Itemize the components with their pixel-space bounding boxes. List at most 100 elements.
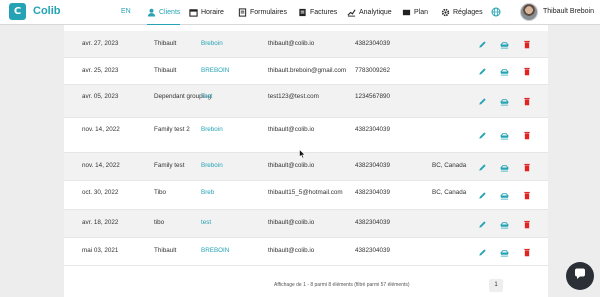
nav-plan[interactable]: Plan bbox=[402, 0, 428, 25]
edit-icon[interactable] bbox=[478, 97, 487, 106]
row-date: avr. 27, 2023 bbox=[82, 40, 119, 47]
nav-formulaires-label: Formulaires bbox=[250, 9, 287, 16]
nav-analytique[interactable]: Analytique bbox=[347, 0, 392, 25]
row-phone: 1234567890 bbox=[355, 93, 391, 100]
nav-formulaires[interactable]: Formulaires bbox=[238, 0, 287, 25]
invoice-icon bbox=[298, 8, 307, 17]
row-email: thibault@colib.io bbox=[268, 219, 315, 226]
transport-icon[interactable] bbox=[500, 97, 509, 106]
pagination-summary: Affichage de 1 - 8 parmi 8 éléments (fil… bbox=[274, 282, 410, 288]
chat-icon bbox=[573, 267, 587, 286]
row-last-name[interactable]: Breb bbox=[201, 189, 214, 197]
row-last-name[interactable]: Breboin bbox=[201, 162, 223, 170]
nav-factures[interactable]: Factures bbox=[298, 0, 337, 25]
row-email: thibault@colib.io bbox=[268, 126, 315, 133]
edit-icon[interactable] bbox=[478, 220, 487, 229]
delete-icon[interactable] bbox=[522, 40, 531, 49]
nav-clients-label: Clients bbox=[159, 9, 181, 16]
nav-plan-label: Plan bbox=[414, 9, 429, 16]
table-row[interactable]: nov. 14, 2022 Family test 2 Breboin thibaul… bbox=[64, 118, 548, 153]
globe-icon[interactable] bbox=[491, 7, 501, 17]
table-row[interactable]: nov. 14, 2022 Family test Breboin thibault@… bbox=[64, 153, 548, 181]
edit-icon[interactable] bbox=[478, 40, 487, 49]
delete-icon[interactable] bbox=[522, 163, 531, 172]
transport-icon[interactable] bbox=[500, 220, 509, 229]
transport-icon[interactable] bbox=[500, 67, 509, 76]
edit-icon[interactable] bbox=[478, 248, 487, 257]
row-email: thibault.breboin@gmail.com bbox=[268, 67, 347, 74]
avatar[interactable] bbox=[520, 3, 538, 21]
row-date: avr. 18, 2022 bbox=[82, 219, 119, 226]
row-phone: 4382304039 bbox=[355, 162, 391, 169]
table-footer: Affichage de 1 - 8 parmi 8 éléments (fil… bbox=[64, 275, 548, 297]
edit-icon[interactable] bbox=[478, 67, 487, 76]
nav-analytique-label: Analytique bbox=[359, 9, 392, 16]
transport-icon[interactable] bbox=[500, 191, 509, 200]
edit-icon[interactable] bbox=[478, 131, 487, 140]
row-phone: 4382304039 bbox=[355, 247, 391, 254]
row-phone: 7783009262 bbox=[355, 67, 391, 74]
gear-icon bbox=[441, 8, 450, 17]
delete-icon[interactable] bbox=[522, 67, 531, 76]
app-name[interactable]: Colib bbox=[33, 5, 61, 17]
row-region: BC, Canada bbox=[432, 189, 467, 196]
row-last-name[interactable]: Breboin bbox=[201, 126, 223, 134]
users-icon bbox=[147, 8, 156, 17]
delete-icon[interactable] bbox=[522, 191, 531, 200]
logo-letter: C bbox=[13, 6, 22, 17]
delete-icon[interactable] bbox=[522, 220, 531, 229]
table-row[interactable]: avr. 18, 2022 tibo test thibault@colib.io 43… bbox=[64, 210, 548, 238]
row-phone: 4382304039 bbox=[355, 189, 391, 196]
row-phone: 4382304039 bbox=[355, 126, 391, 133]
row-last-name[interactable]: BREBOIN bbox=[201, 67, 229, 75]
transport-icon[interactable] bbox=[500, 163, 509, 172]
edit-icon[interactable] bbox=[478, 191, 487, 200]
nav-reglages-label: Réglages bbox=[453, 9, 483, 16]
row-date: avr. 25, 2023 bbox=[82, 67, 119, 74]
row-email: thibault15_5@hotmail.com bbox=[268, 189, 343, 196]
chat-button[interactable] bbox=[566, 262, 594, 290]
language-toggle[interactable]: EN bbox=[121, 8, 131, 15]
top-nav: C Colib EN Clients Horaire Formulaires F… bbox=[0, 0, 600, 26]
row-last-name[interactable]: test bbox=[201, 219, 211, 227]
row-last-name[interactable]: Test bbox=[201, 93, 213, 101]
nav-clients[interactable]: Clients bbox=[147, 0, 181, 26]
table-row[interactable]: mai 03, 2021 Thibault BREBOIN thibault@coli… bbox=[64, 238, 548, 266]
map-icon bbox=[402, 8, 411, 17]
edit-icon[interactable] bbox=[478, 163, 487, 172]
delete-icon[interactable] bbox=[522, 248, 531, 257]
row-email: thibault@colib.io bbox=[268, 40, 315, 47]
delete-icon[interactable] bbox=[522, 97, 531, 106]
row-date: avr. 05, 2023 bbox=[82, 93, 119, 100]
mouse-cursor-icon bbox=[299, 146, 306, 164]
table-row[interactable]: avr. 05, 2023 Dependant grouping Test test1… bbox=[64, 85, 548, 118]
row-date: mai 03, 2021 bbox=[82, 247, 119, 254]
transport-icon[interactable] bbox=[500, 131, 509, 140]
delete-icon[interactable] bbox=[522, 131, 531, 140]
row-email: test123@test.com bbox=[268, 93, 319, 100]
row-date: oct. 30, 2022 bbox=[82, 189, 119, 196]
row-phone: 4382304039 bbox=[355, 40, 391, 47]
nav-factures-label: Factures bbox=[310, 9, 338, 16]
row-date: nov. 14, 2022 bbox=[82, 162, 120, 169]
table-row[interactable]: oct. 30, 2022 Tibo Breb thibault15_5@hotmai… bbox=[64, 181, 548, 210]
nav-horaire[interactable]: Horaire bbox=[189, 0, 224, 25]
row-last-name[interactable]: BREBOIN bbox=[201, 247, 229, 255]
page-button[interactable]: 1 bbox=[489, 279, 503, 292]
chart-icon bbox=[347, 8, 356, 17]
forms-icon bbox=[238, 8, 247, 17]
user-name[interactable]: Thibault Breboin bbox=[543, 8, 594, 15]
nav-reglages[interactable]: Réglages bbox=[441, 0, 483, 25]
calendar-icon bbox=[189, 8, 198, 17]
app-logo[interactable]: C bbox=[9, 3, 26, 20]
row-phone: 4382304039 bbox=[355, 219, 391, 226]
table-row[interactable]: avr. 25, 2023 Thibault BREBOIN thibault.bre… bbox=[64, 58, 548, 85]
nav-horaire-label: Horaire bbox=[201, 9, 224, 16]
row-date: nov. 14, 2022 bbox=[82, 126, 120, 133]
table-row[interactable]: avr. 27, 2023 Thibault Breboin thibault@col… bbox=[64, 31, 548, 58]
row-last-name[interactable]: Breboin bbox=[201, 40, 223, 48]
row-email: thibault@colib.io bbox=[268, 162, 315, 169]
transport-icon[interactable] bbox=[500, 248, 509, 257]
row-region: BC, Canada bbox=[432, 162, 467, 169]
transport-icon[interactable] bbox=[500, 40, 509, 49]
